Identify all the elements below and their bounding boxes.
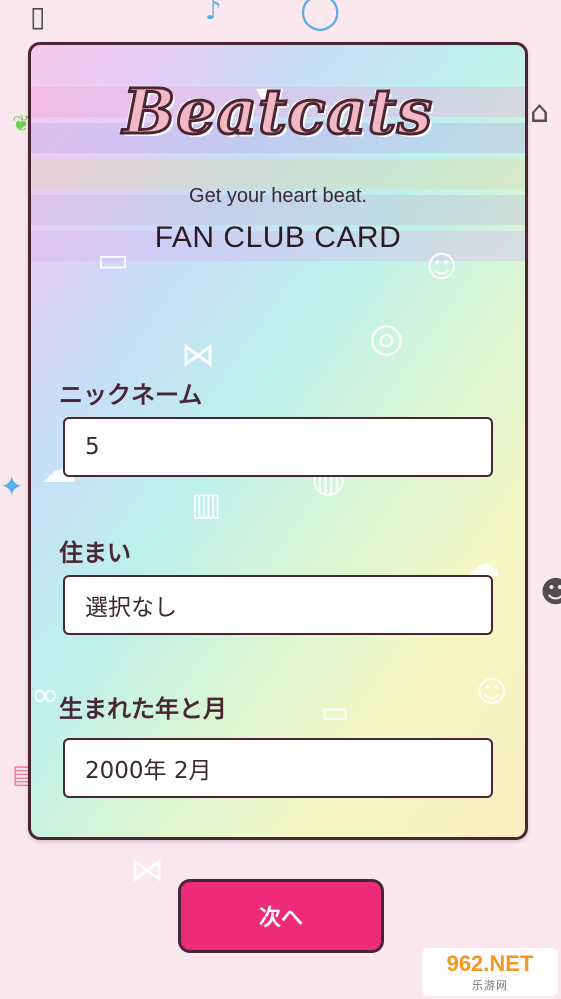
birth-label: 生まれた年と月 (59, 695, 227, 723)
cat-icon-2: ☺ (476, 675, 508, 710)
cup-doodle-icon: ▯ (30, 0, 46, 33)
beatcats-logo: Beatcats (121, 74, 434, 150)
glasses-icon: ∞ (31, 675, 60, 715)
popsicle-icon: ▥ (191, 485, 222, 523)
ticket-icon-2: ▭ (321, 695, 350, 730)
nickname-input[interactable]: 5 (63, 417, 493, 477)
bow-icon: ⋈ (181, 335, 215, 375)
cat-icon: ☺ (426, 250, 458, 285)
residence-select[interactable]: 選択なし (63, 575, 493, 635)
fan-club-card: ◎ ⋈ ▭ ☺ ▼ ☁ ◍ ▥ ☁ ∞ ▭ ☺ Beatcats Get you… (28, 42, 528, 840)
nickname-label: ニックネーム (59, 381, 203, 409)
next-button[interactable]: 次へ (178, 879, 384, 953)
cat-doodle-icon: ☻ (540, 575, 561, 610)
popcorn-doodle-icon: ⌂ (530, 95, 550, 130)
birth-select[interactable]: 2000年 2月 (63, 738, 493, 798)
watermark-sub: 乐游网 (472, 979, 508, 992)
popsicle-doodle-icon: ♪ (205, 0, 222, 26)
card-title: FAN CLUB CARD (154, 221, 402, 254)
watermark-main: 962.NET (446, 951, 534, 976)
site-watermark: 962.NET 乐游网 (422, 948, 558, 996)
candy-doodle-icon: ◯ (300, 0, 341, 31)
residence-label: 住まい (59, 539, 131, 567)
tagline: Get your heart beat. (189, 185, 367, 207)
bow-doodle-icon: ✦ (0, 470, 24, 503)
vinyl-record-icon: ◎ (369, 315, 404, 361)
bow-doodle-icon-2: ⋈ (130, 850, 164, 890)
